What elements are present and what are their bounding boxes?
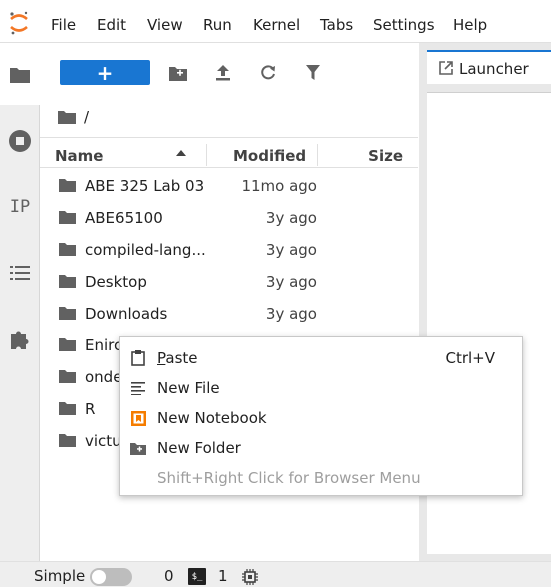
refresh-icon[interactable] (258, 63, 278, 83)
breadcrumb-root[interactable]: / (84, 108, 89, 126)
folder-icon (59, 211, 76, 224)
file-row[interactable]: ABE 325 Lab 03 11mo ago (40, 170, 418, 202)
launch-icon (439, 61, 453, 75)
simple-mode-toggle[interactable] (90, 568, 132, 586)
terminals-count[interactable]: 0 (164, 567, 174, 585)
menu-item-browser-menu-hint: Shift+Right Click for Browser Menu (120, 463, 522, 493)
status-bar: Simple 0 $_ 1 (0, 561, 551, 587)
menu-settings[interactable]: Settings (373, 16, 435, 34)
menu-item-label: Paste (157, 349, 198, 367)
text-file-icon (130, 380, 146, 396)
menu-help[interactable]: Help (453, 16, 487, 34)
running-sessions-icon[interactable] (0, 121, 40, 161)
menu-item-label: New Folder (157, 439, 241, 457)
file-name: R (85, 400, 96, 418)
activity-bar: IP (0, 43, 40, 561)
filter-icon[interactable] (303, 63, 323, 83)
file-list-header: Name Modified Size (40, 140, 418, 168)
file-name: ABE 325 Lab 03 (85, 177, 205, 195)
terminal-icon[interactable]: $_ (188, 568, 206, 585)
file-row[interactable]: Desktop 3y ago (40, 266, 418, 298)
folder-icon (59, 370, 76, 383)
kernel-chip-icon[interactable] (242, 569, 258, 585)
plus-icon: + (96, 60, 114, 85)
file-row[interactable]: ABE65100 3y ago (40, 202, 418, 234)
property-inspector-icon[interactable]: IP (0, 187, 40, 227)
new-folder-icon[interactable] (168, 63, 188, 83)
folder-icon (59, 243, 76, 256)
menu-item-label: New Notebook (157, 409, 267, 427)
menu-kernel[interactable]: Kernel (253, 16, 300, 34)
extension-manager-icon[interactable] (0, 319, 40, 359)
home-folder-icon[interactable] (58, 110, 76, 124)
folder-icon (59, 338, 76, 351)
column-divider[interactable] (317, 144, 318, 166)
folder-icon (59, 179, 76, 192)
file-modified: 3y ago (265, 305, 317, 323)
menu-item-label: Shift+Right Click for Browser Menu (157, 469, 421, 487)
file-modified: 11mo ago (241, 177, 317, 195)
column-size[interactable]: Size (368, 147, 403, 165)
sort-ascending-icon (176, 150, 186, 156)
breadcrumb: / (58, 106, 89, 128)
menu-edit[interactable]: Edit (97, 16, 126, 34)
tab-label: Launcher (459, 60, 529, 78)
context-menu: Paste Ctrl+V New File New Notebook New F… (119, 336, 523, 496)
file-modified: 3y ago (265, 241, 317, 259)
tab-launcher[interactable]: Launcher (427, 50, 551, 84)
file-name: Downloads (85, 305, 168, 323)
folder-icon (59, 307, 76, 320)
menu-view[interactable]: View (147, 16, 183, 34)
kernels-count[interactable]: 1 (218, 567, 228, 585)
shortcut-label: Ctrl+V (445, 349, 495, 367)
file-name: Desktop (85, 273, 147, 291)
menu-bar: File Edit View Run Kernel Tabs Settings … (0, 0, 551, 43)
menu-item-new-notebook[interactable]: New Notebook (120, 403, 522, 433)
folder-icon (59, 434, 76, 447)
file-name: victu (85, 432, 122, 450)
menu-file[interactable]: File (51, 16, 76, 34)
file-name: Enirc (85, 336, 123, 354)
paste-icon (130, 350, 146, 366)
menu-item-paste[interactable]: Paste Ctrl+V (120, 343, 522, 373)
file-modified: 3y ago (265, 273, 317, 291)
menu-tabs[interactable]: Tabs (320, 16, 353, 34)
menu-item-new-file[interactable]: New File (120, 373, 522, 403)
folder-icon (59, 402, 76, 415)
file-row[interactable]: Downloads 3y ago (40, 298, 418, 330)
simple-mode-label: Simple (34, 567, 86, 585)
file-row[interactable]: compiled-lang... 3y ago (40, 234, 418, 266)
file-name: compiled-lang... (85, 241, 206, 259)
column-modified[interactable]: Modified (233, 147, 306, 165)
column-divider[interactable] (206, 144, 207, 166)
new-folder-icon (130, 440, 146, 456)
table-of-contents-icon[interactable] (0, 253, 40, 293)
toggle-knob (92, 570, 106, 584)
jupyter-logo-icon (10, 11, 28, 35)
column-name[interactable]: Name (55, 147, 103, 165)
menu-item-label: New File (157, 379, 220, 397)
new-launcher-button[interactable]: + (60, 60, 150, 85)
file-name: ABE65100 (85, 209, 163, 227)
file-browser-icon[interactable] (0, 55, 40, 95)
folder-icon (59, 275, 76, 288)
divider (40, 137, 418, 138)
menu-item-new-folder[interactable]: New Folder (120, 433, 522, 463)
file-name: onde (85, 368, 123, 386)
notebook-icon (130, 410, 146, 426)
upload-icon[interactable] (213, 63, 233, 83)
menu-run[interactable]: Run (203, 16, 232, 34)
file-modified: 3y ago (265, 209, 317, 227)
